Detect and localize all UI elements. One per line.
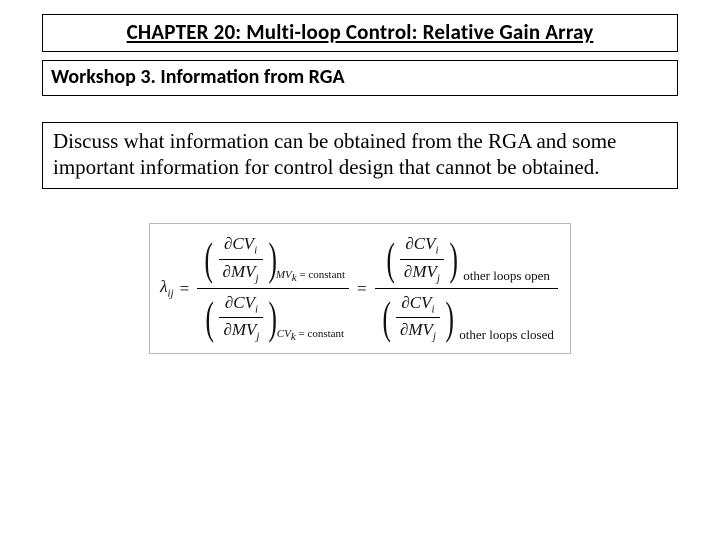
fraction-left: ( ∂CVi ∂MVj ) MVk = constant (: [197, 230, 349, 347]
equals-sign-1: =: [180, 279, 190, 299]
fraction-right-den: ( ∂CVi ∂MVj ) other loops closed: [375, 289, 558, 347]
fraction-right-num: ( ∂CVi ∂MVj ) other loops open: [379, 230, 554, 288]
cond-loops-open: other loops open: [463, 268, 550, 284]
left-paren-icon-3: (: [386, 232, 394, 286]
workshop-title-box: Workshop 3. Information from RGA: [42, 60, 678, 96]
cond-loops-closed: other loops closed: [459, 327, 554, 343]
prompt-text: Discuss what information can be obtained…: [53, 129, 616, 179]
partial-cv-mv-top-right: ∂CVi ∂MVj: [400, 232, 444, 286]
equation-container: λij = ( ∂CVi ∂MVj ) MVk = constant: [20, 223, 700, 354]
right-paren-icon-3: ): [449, 232, 457, 286]
workshop-title: Workshop 3. Information from RGA: [51, 65, 345, 89]
left-paren-icon-2: (: [206, 291, 214, 345]
fraction-right: ( ∂CVi ∂MVj ) other loops open (: [375, 230, 558, 347]
sub-j-1: j: [255, 272, 258, 284]
left-paren-icon: (: [205, 232, 213, 286]
chapter-title: CHAPTER 20: Multi-loop Control: Relative…: [127, 19, 594, 45]
cond-cv-constant: CVk = constant: [277, 328, 344, 343]
fraction-left-num: ( ∂CVi ∂MVj ) MVk = constant: [197, 230, 349, 288]
right-paren-icon-2: ): [269, 291, 277, 345]
left-paren-icon-4: (: [382, 291, 390, 345]
mv-1: MV: [231, 262, 256, 281]
right-paren-icon: ): [268, 232, 276, 286]
rga-equation: λij = ( ∂CVi ∂MVj ) MVk = constant: [149, 223, 571, 354]
lambda-symbol: λij: [160, 277, 174, 299]
partial-cv-mv-bot-left: ∂CVi ∂MVj: [219, 291, 263, 345]
sub-i-1: i: [254, 245, 257, 257]
equals-sign-2: =: [357, 279, 367, 299]
lambda-subscript: ij: [167, 288, 173, 300]
cond-mv-constant: MVk = constant: [276, 269, 345, 284]
slide-page: CHAPTER 20: Multi-loop Control: Relative…: [0, 0, 720, 540]
partial-cv-mv-top-left: ∂CVi ∂MVj: [219, 232, 263, 286]
fraction-left-den: ( ∂CVi ∂MVj ) CVk = constant: [198, 289, 348, 347]
prompt-box: Discuss what information can be obtained…: [42, 122, 678, 189]
chapter-title-box: CHAPTER 20: Multi-loop Control: Relative…: [42, 14, 678, 52]
right-paren-icon-4: ): [445, 291, 453, 345]
partial-cv-mv-bot-right: ∂CVi ∂MVj: [396, 291, 440, 345]
partial-2: ∂: [223, 262, 231, 281]
cv-1: CV: [232, 234, 254, 253]
